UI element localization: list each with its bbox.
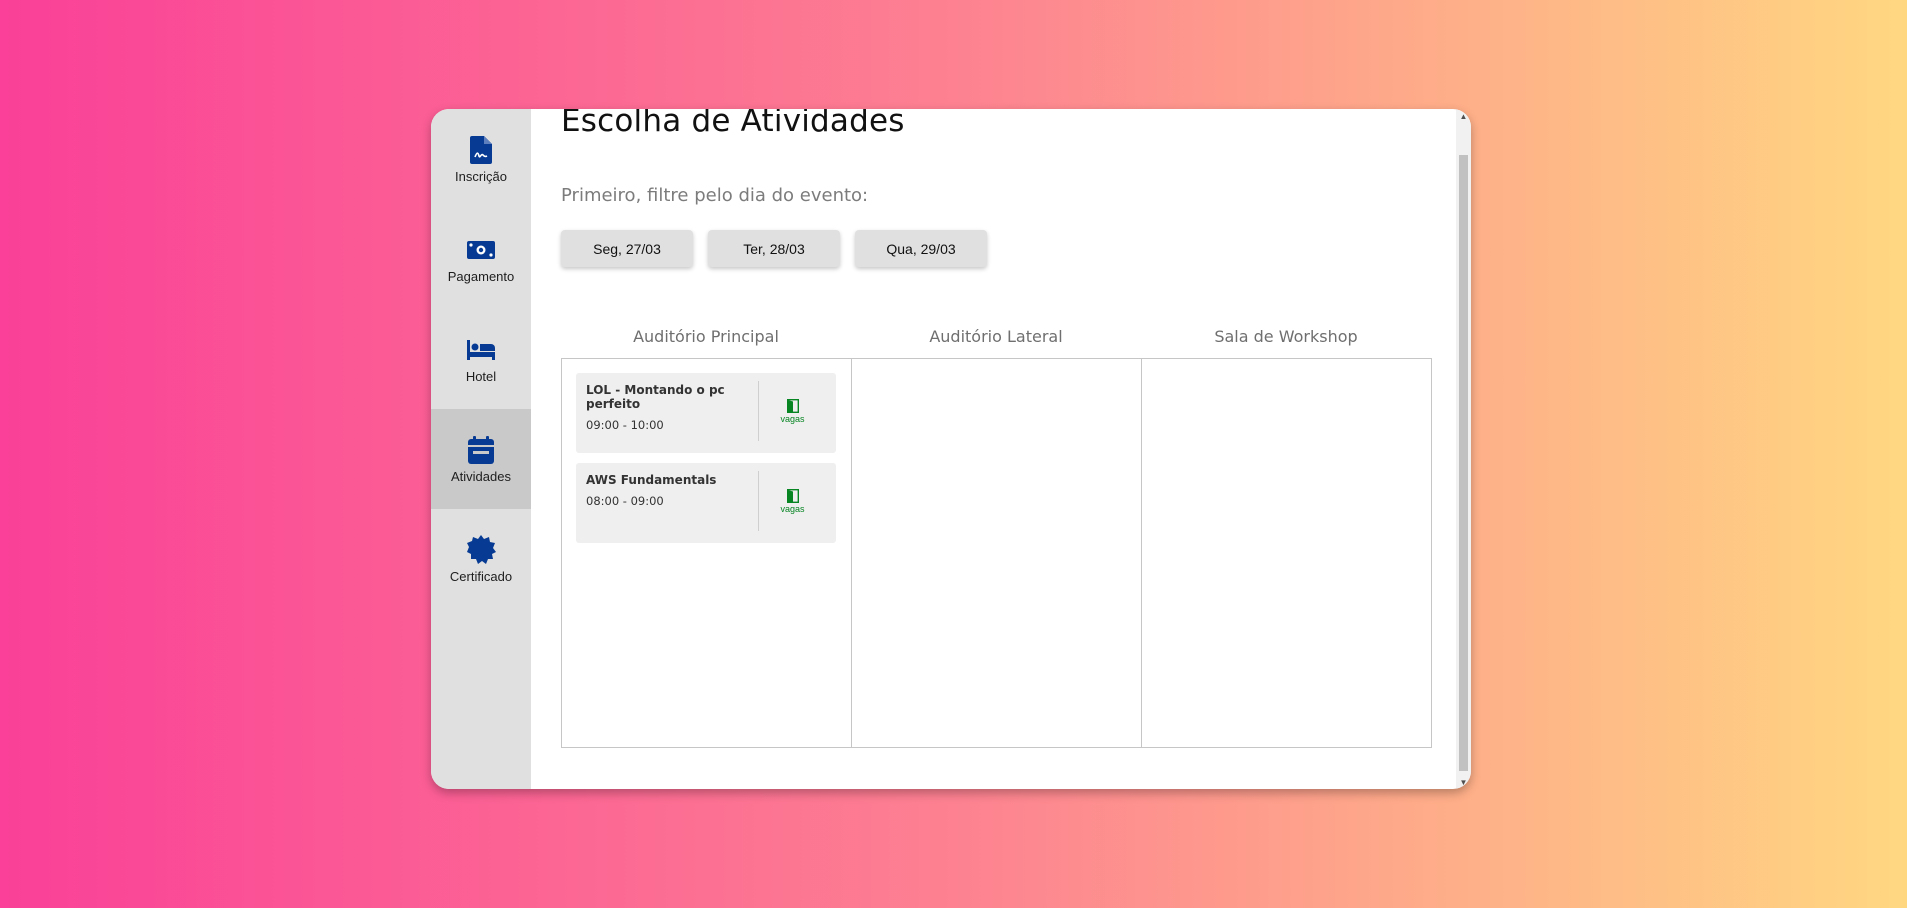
rooms-grid: Auditório Principal LOL - Montando o pc …: [561, 327, 1432, 748]
room-title: Auditório Principal: [633, 327, 779, 346]
door-open-icon: [786, 488, 799, 503]
calendar-icon: [466, 435, 496, 465]
bed-icon: [466, 335, 496, 365]
activity-title: AWS Fundamentals: [586, 473, 717, 487]
scroll-up-arrow-icon[interactable]: ▲: [1456, 109, 1471, 123]
scrollbar-thumb[interactable]: [1459, 155, 1468, 771]
filter-label: Primeiro, filtre pelo dia do evento:: [561, 185, 869, 206]
document-signature-icon: [466, 135, 496, 165]
sidebar-item-label: Hotel: [465, 368, 497, 384]
activity-card[interactable]: AWS Fundamentals 08:00 - 09:00 vagas: [576, 463, 836, 543]
sidebar-item-label: Pagamento: [447, 268, 515, 284]
activity-time: 08:00 - 09:00: [586, 494, 664, 508]
room-activities-box: LOL - Montando o pc perfeito 09:00 - 10:…: [561, 358, 852, 748]
sidebar-item-hotel[interactable]: Hotel: [431, 309, 531, 409]
sidebar: Inscrição Pagamento Hotel Atividades Cer…: [431, 109, 531, 789]
activity-slots-button[interactable]: vagas: [758, 381, 826, 441]
room-column: Auditório Lateral: [851, 327, 1142, 748]
slots-label: vagas: [780, 413, 805, 424]
vertical-scrollbar[interactable]: ▲ ▼: [1456, 109, 1471, 789]
slots-label: vagas: [780, 503, 805, 514]
day-button-seg[interactable]: Seg, 27/03: [561, 230, 693, 267]
day-filter-buttons: Seg, 27/03 Ter, 28/03 Qua, 29/03: [561, 230, 987, 267]
sidebar-item-label: Atividades: [451, 468, 511, 484]
activity-card[interactable]: LOL - Montando o pc perfeito 09:00 - 10:…: [576, 373, 836, 453]
sidebar-item-inscricao[interactable]: Inscrição: [431, 109, 531, 209]
certificate-badge-icon: [466, 534, 496, 565]
activity-slots-button[interactable]: vagas: [758, 471, 826, 531]
day-button-ter[interactable]: Ter, 28/03: [708, 230, 840, 267]
page-title: Escolha de Atividades: [561, 109, 905, 139]
sidebar-item-label: Inscrição: [454, 168, 508, 184]
activity-title: LOL - Montando o pc perfeito: [586, 383, 725, 411]
sidebar-item-certificado[interactable]: Certificado: [431, 509, 531, 609]
room-activities-box: [851, 358, 1142, 748]
room-column: Sala de Workshop: [1141, 327, 1432, 748]
sidebar-item-pagamento[interactable]: Pagamento: [431, 209, 531, 309]
scroll-down-arrow-icon[interactable]: ▼: [1456, 775, 1471, 789]
activity-info: AWS Fundamentals 08:00 - 09:00: [586, 471, 758, 535]
room-title: Auditório Lateral: [929, 327, 1063, 346]
sidebar-item-atividades[interactable]: Atividades: [431, 409, 531, 509]
activity-info: LOL - Montando o pc perfeito 09:00 - 10:…: [586, 381, 758, 445]
room-activities-box: [1141, 358, 1432, 748]
activity-time: 09:00 - 10:00: [586, 418, 664, 432]
money-bill-icon: [466, 235, 496, 265]
sidebar-item-label: Certificado: [449, 568, 513, 584]
app-window: Inscrição Pagamento Hotel Atividades Cer…: [431, 109, 1471, 789]
day-button-qua[interactable]: Qua, 29/03: [855, 230, 987, 267]
room-title: Sala de Workshop: [1214, 327, 1358, 346]
door-open-icon: [786, 398, 799, 413]
room-column: Auditório Principal LOL - Montando o pc …: [561, 327, 852, 748]
main-content: Escolha de Atividades Primeiro, filtre p…: [531, 109, 1471, 789]
